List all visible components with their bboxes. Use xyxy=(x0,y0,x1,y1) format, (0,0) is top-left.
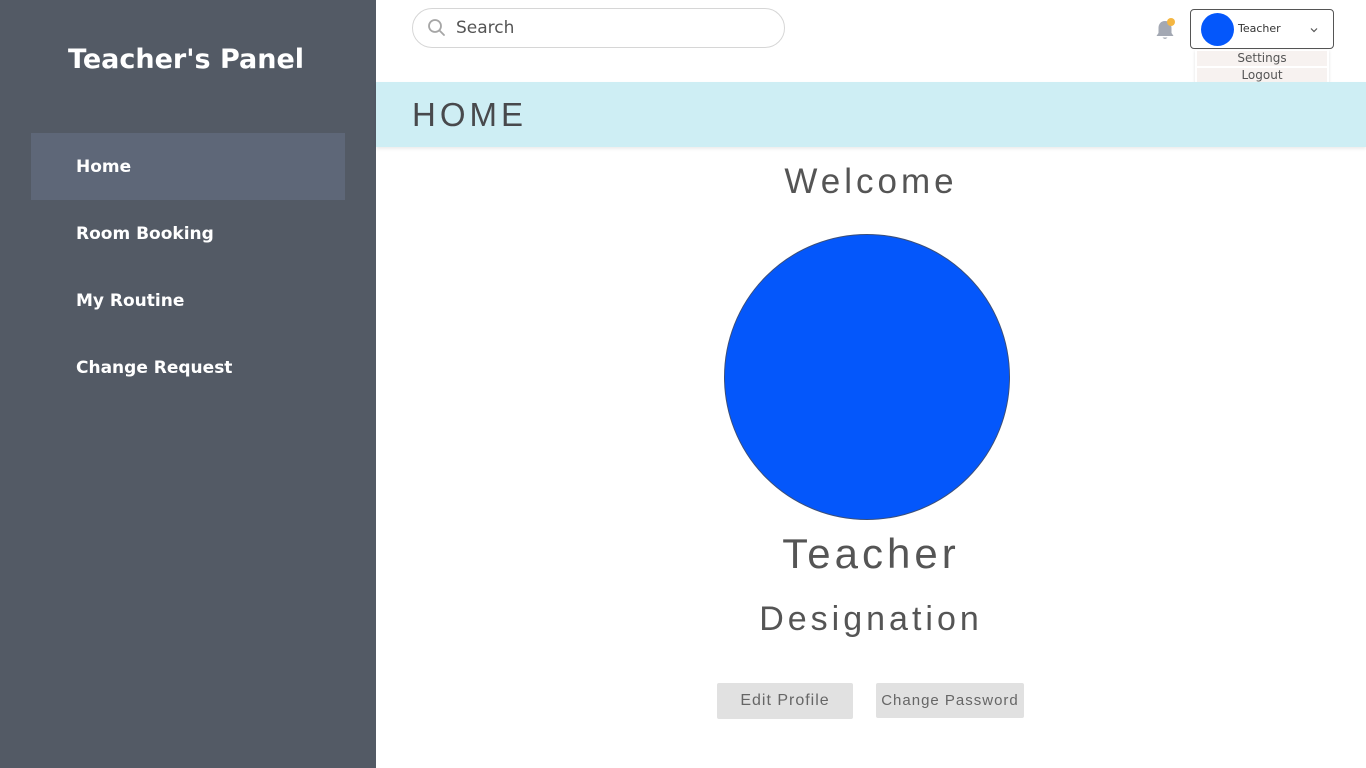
sidebar-title: Teacher's Panel xyxy=(67,44,305,75)
menu-item-settings[interactable]: Settings xyxy=(1197,51,1327,66)
profile-avatar xyxy=(724,234,1010,520)
sidebar: Teacher's Panel Home Room Booking My Rou… xyxy=(0,0,376,768)
sidebar-item-label: My Routine xyxy=(76,290,185,311)
user-dropdown: Settings Logout xyxy=(1195,50,1329,86)
profile-designation: Designation xyxy=(759,600,983,638)
menu-item-logout[interactable]: Logout xyxy=(1197,68,1327,83)
search-icon xyxy=(428,19,445,36)
user-name: Teacher xyxy=(1238,22,1281,35)
user-menu-button[interactable]: Teacher xyxy=(1190,9,1334,49)
sidebar-item-my-routine[interactable]: My Routine xyxy=(31,267,345,334)
change-password-button[interactable]: Change Password xyxy=(876,683,1024,718)
avatar xyxy=(1201,13,1234,46)
sidebar-item-label: Change Request xyxy=(76,357,233,378)
sidebar-item-home[interactable]: Home xyxy=(31,133,345,200)
sidebar-item-label: Room Booking xyxy=(76,223,214,244)
search-input[interactable] xyxy=(456,9,776,47)
sidebar-item-change-request[interactable]: Change Request xyxy=(31,334,345,401)
search-box xyxy=(412,8,785,48)
sidebar-item-room-booking[interactable]: Room Booking xyxy=(31,200,345,267)
page-title: HOME xyxy=(412,96,527,133)
notification-badge xyxy=(1167,18,1175,26)
welcome-heading: Welcome xyxy=(784,162,958,201)
edit-profile-button[interactable]: Edit Profile xyxy=(717,683,853,719)
chevron-down-icon xyxy=(1310,28,1318,33)
profile-name: Teacher xyxy=(782,530,960,577)
sidebar-item-label: Home xyxy=(76,156,132,177)
page-header: HOME xyxy=(376,82,1366,147)
